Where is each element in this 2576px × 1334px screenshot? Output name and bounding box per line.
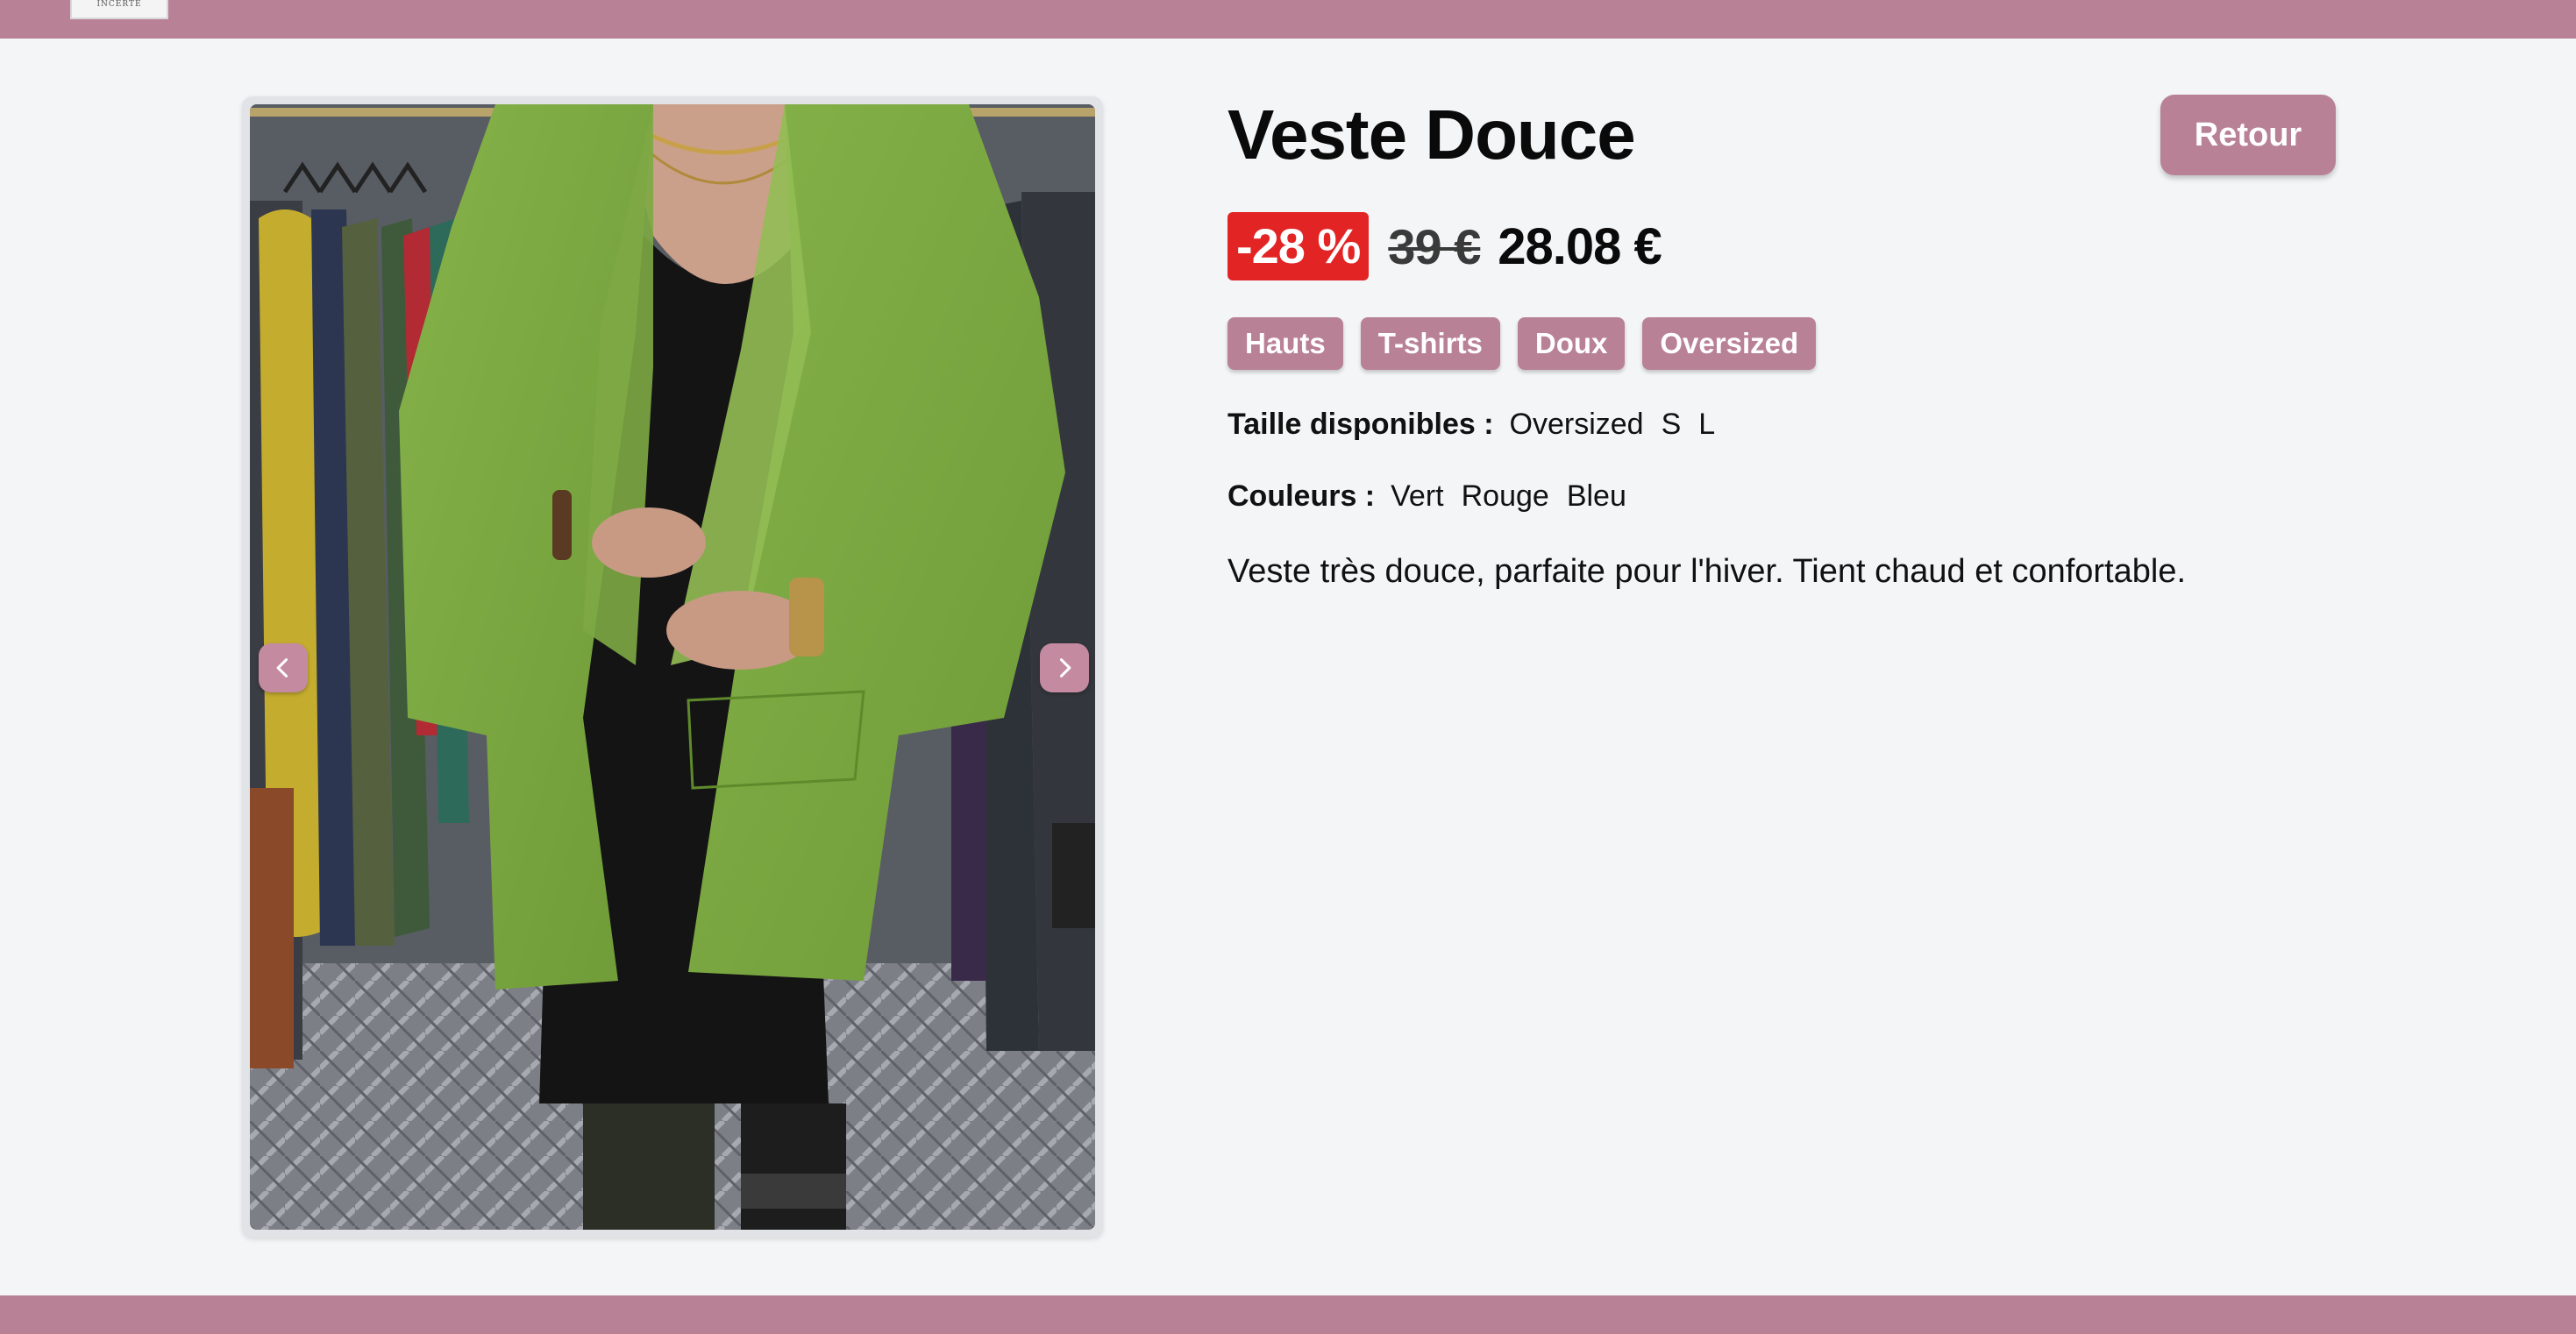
chevron-right-icon (1059, 658, 1071, 678)
original-price: 39 € (1388, 218, 1481, 274)
size-option: Oversized (1509, 408, 1644, 441)
site-logo[interactable]: INCERTE (70, 0, 168, 19)
back-button[interactable]: Retour (2160, 95, 2336, 175)
price-row: -28 % 39 € 28.08 € (1228, 212, 1662, 280)
logo-text: INCERTE (96, 0, 142, 9)
available-sizes: Taille disponibles : Oversized S L (1228, 405, 1733, 443)
product-image-gallery (242, 96, 1103, 1238)
category-tags: Hauts T-shirts Doux Oversized (1228, 317, 1817, 370)
previous-image-button[interactable] (259, 643, 308, 692)
color-option: Bleu (1566, 479, 1626, 513)
tag-hauts[interactable]: Hauts (1228, 317, 1343, 370)
top-bar: INCERTE (0, 0, 2576, 39)
size-option: L (1698, 408, 1716, 441)
sale-price: 28.08 € (1498, 217, 1662, 275)
next-image-button[interactable] (1040, 643, 1089, 692)
product-title: Veste Douce (1228, 96, 1636, 174)
product-photo (250, 104, 1095, 1230)
product-description: Veste très douce, parfaite pour l'hiver.… (1228, 553, 2187, 590)
tag-doux[interactable]: Doux (1517, 317, 1626, 370)
color-option: Vert (1391, 479, 1444, 513)
discount-badge: -28 % (1228, 212, 1370, 280)
chevron-left-icon (276, 658, 288, 678)
footer-bar (0, 1295, 2576, 1334)
size-option: S (1661, 408, 1682, 441)
color-option: Rouge (1461, 479, 1549, 513)
tag-oversized[interactable]: Oversized (1642, 317, 1817, 370)
colors-label: Couleurs : (1228, 479, 1376, 513)
sizes-label: Taille disponibles : (1228, 408, 1494, 441)
tag-t-shirts[interactable]: T-shirts (1360, 317, 1500, 370)
available-colors: Couleurs : Vert Rouge Bleu (1228, 477, 1644, 515)
